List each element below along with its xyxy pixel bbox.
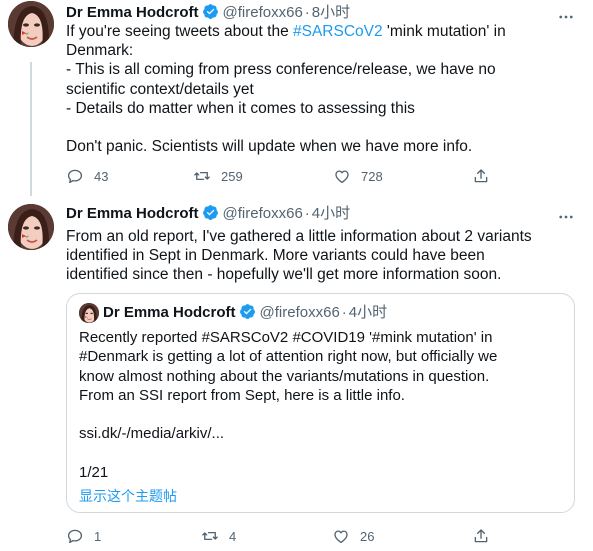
separator-dot: · — [304, 205, 310, 222]
author-name[interactable]: Dr Emma Hodcroft — [66, 205, 199, 222]
line-break — [79, 405, 569, 424]
author-name[interactable]: Dr Emma Hodcroft — [66, 4, 199, 21]
quoted-link-text: ssi.dk/-/media/arkiv/... — [79, 425, 225, 443]
reply-button[interactable]: 43 — [66, 166, 108, 186]
tweet-text: From an old report, I've gathered a litt… — [66, 227, 566, 285]
more-icon[interactable] — [557, 208, 575, 226]
tweet-text-line: identified since then - hopefully we'll … — [66, 266, 502, 284]
like-count: 26 — [360, 528, 375, 544]
tweet[interactable]: Dr Emma Hodcroft @firefoxx66 · 4小时 From an … — [0, 196, 593, 551]
tweet-text-line: - This is all coming from press conferen… — [66, 61, 496, 79]
tweet-text-line: 'mink mutation' in — [382, 23, 506, 40]
quoted-author-name: Dr Emma Hodcroft — [103, 304, 236, 321]
reply-count: 43 — [94, 168, 109, 184]
retweet-button[interactable]: 4 — [201, 526, 236, 546]
separator-dot: · — [304, 4, 310, 21]
avatar-image — [8, 1, 54, 47]
verified-badge-icon — [202, 204, 219, 221]
share-button[interactable] — [472, 526, 490, 546]
tweet-text-line: identified in Sept in Denmark. More vari… — [66, 247, 485, 265]
tweet-text-line: Denmark: — [66, 42, 134, 60]
quoted-tweet-text: Recently reported #SARSCoV2 #COVID19 '#m… — [79, 328, 569, 482]
quoted-text-line: know almost nothing about the variants/m… — [79, 367, 490, 385]
line-break — [79, 444, 569, 463]
share-icon — [472, 167, 490, 185]
quoted-avatar-image — [79, 303, 99, 323]
retweet-icon — [201, 527, 219, 545]
tweet-text-line: - Details do matter when it comes to ass… — [66, 99, 415, 117]
tweet-text-line: If you're seeing tweets about the — [66, 23, 293, 40]
share-icon — [472, 527, 490, 545]
line-break — [66, 118, 566, 137]
quoted-tweet-header: Dr Emma Hodcroft @firefoxx66 · 4小时 — [103, 303, 387, 323]
tweet-text-line: scientific context/details yet — [66, 80, 254, 98]
tweet-actions: 1 4 26 — [66, 526, 496, 546]
like-button[interactable]: 26 — [332, 526, 374, 546]
reply-count: 1 — [94, 528, 102, 544]
retweet-icon — [193, 167, 211, 185]
thread-connector-line — [30, 62, 32, 196]
quoted-text-line: 1/21 — [79, 464, 109, 482]
quoted-avatar — [79, 303, 99, 323]
tweet-text-line: From an old report, I've gathered a litt… — [66, 228, 532, 245]
tweet-timestamp[interactable]: 4小时 — [312, 205, 350, 222]
tweet-timestamp[interactable]: 8小时 — [312, 4, 350, 21]
separator-dot: · — [341, 304, 347, 321]
quoted-timestamp: 4小时 — [348, 304, 388, 321]
hashtag-link[interactable]: #SARSCoV2 — [293, 23, 383, 40]
quoted-author-handle: @firefoxx66 — [259, 304, 340, 321]
retweet-count: 4 — [229, 528, 237, 544]
like-button[interactable]: 728 — [333, 166, 383, 186]
tweet-text-line: Don't panic. Scientists will update when… — [66, 138, 473, 156]
avatar[interactable] — [8, 1, 54, 47]
quoted-tweet[interactable]: Dr Emma Hodcroft @firefoxx66 · 4小时 Recently… — [66, 293, 575, 513]
show-thread-link[interactable]: 显示这个主题帖 — [79, 486, 177, 506]
tweet[interactable]: Dr Emma Hodcroft @firefoxx66 · 8小时 If you'r… — [0, 0, 593, 196]
share-button[interactable] — [472, 166, 490, 186]
tweet-text: If you're seeing tweets about the #SARSC… — [66, 22, 566, 156]
quoted-text-line: #Denmark is getting a lot of attention r… — [79, 348, 498, 366]
like-icon — [332, 527, 350, 545]
retweet-button[interactable]: 259 — [193, 166, 243, 186]
quoted-text-line: From an SSI report from Sept, here is a … — [79, 386, 405, 404]
like-icon — [333, 167, 351, 185]
author-handle[interactable]: @firefoxx66 — [223, 4, 303, 21]
verified-badge-icon — [202, 3, 219, 20]
like-count: 728 — [361, 168, 383, 184]
reply-icon — [66, 527, 84, 545]
avatar[interactable] — [8, 204, 54, 250]
retweet-count: 259 — [221, 168, 243, 184]
tweet-header: Dr Emma Hodcroft @firefoxx66 · 8小时 — [66, 3, 350, 23]
reply-button[interactable]: 1 — [66, 526, 101, 546]
reply-icon — [66, 167, 84, 185]
avatar-image — [8, 204, 54, 250]
author-handle[interactable]: @firefoxx66 — [223, 205, 303, 222]
tweet-actions: 43 259 728 — [66, 166, 496, 186]
quoted-text-line: Recently reported #SARSCoV2 #COVID19 '#m… — [79, 329, 493, 346]
verified-badge-icon — [239, 303, 256, 320]
tweet-header: Dr Emma Hodcroft @firefoxx66 · 4小时 — [66, 204, 350, 224]
